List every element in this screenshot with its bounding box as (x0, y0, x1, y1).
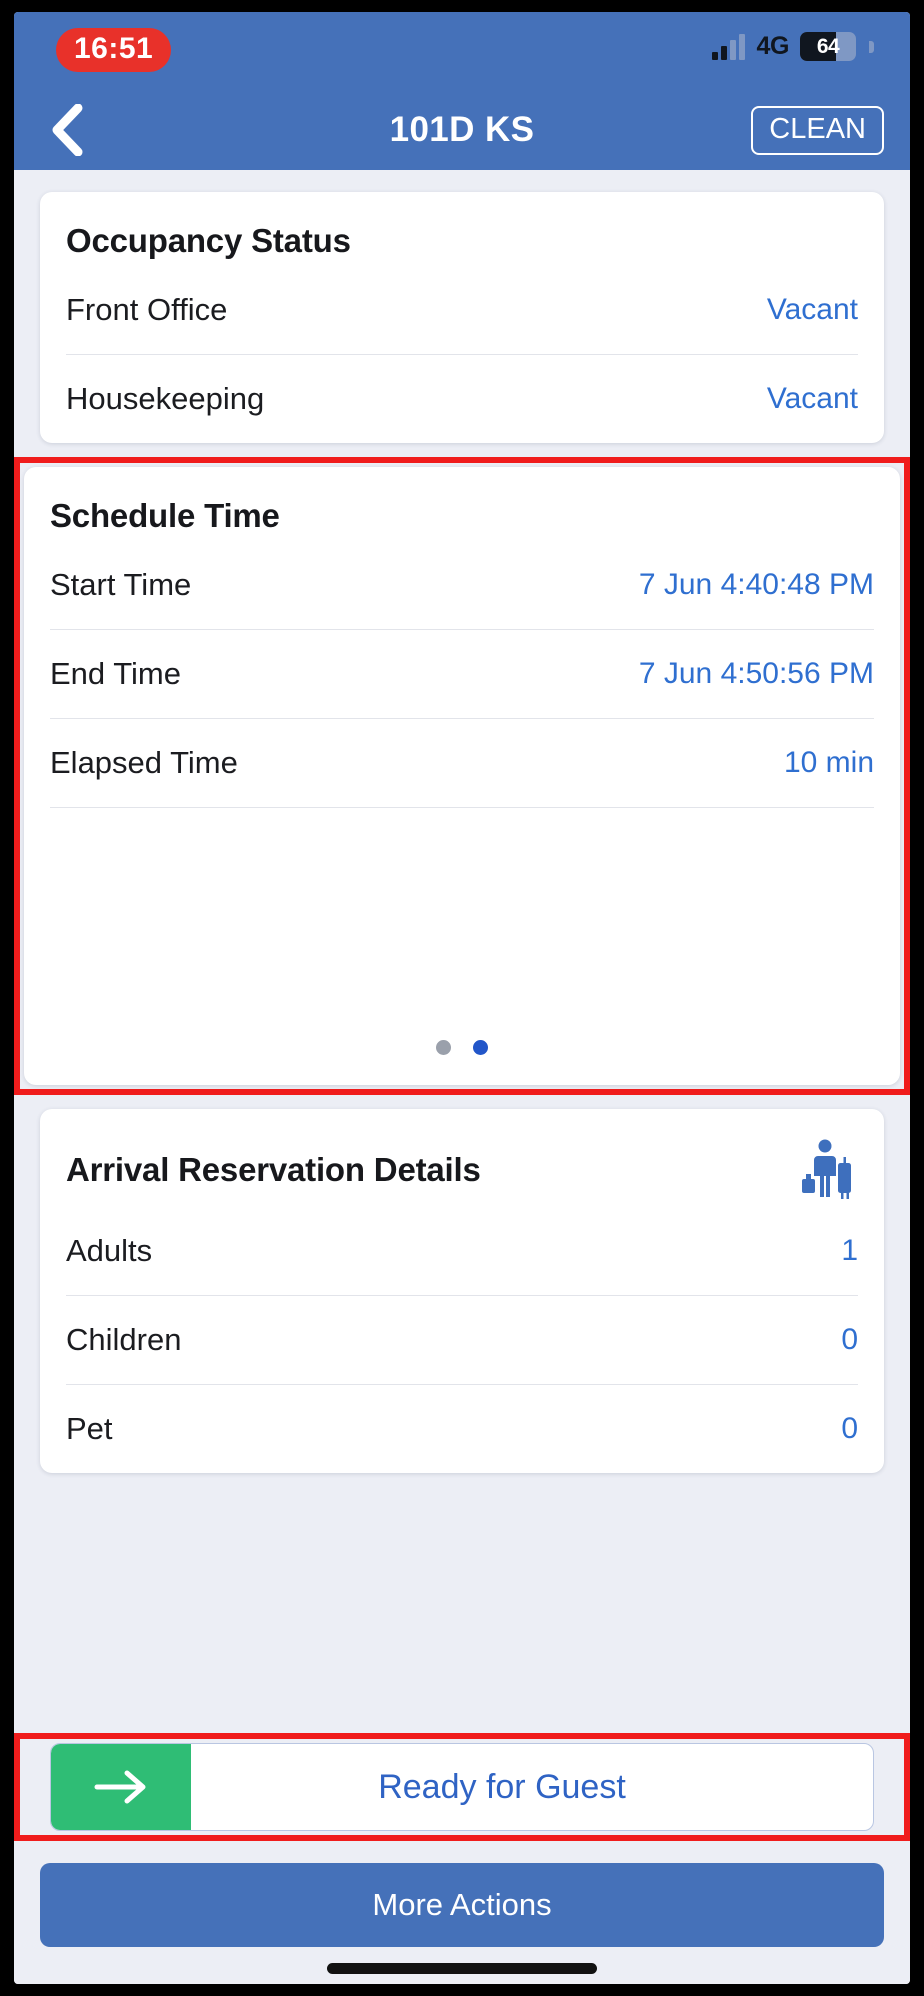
more-actions-button[interactable]: More Actions (40, 1863, 884, 1947)
row-value: 7 Jun 4:40:48 PM (638, 568, 874, 601)
status-bar-clock: 16:51 (56, 28, 172, 73)
table-row: Children 0 (66, 1296, 858, 1385)
schedule-time-title: Schedule Time (50, 497, 280, 534)
arrow-right-icon (51, 1744, 191, 1830)
battery-percent-label: 64 (816, 35, 840, 58)
row-label: Pet (66, 1411, 113, 1446)
signal-bars-icon (712, 33, 746, 60)
network-type-label: 4G (756, 32, 789, 60)
traveler-luggage-icon (802, 1139, 851, 1199)
row-label: Housekeeping (66, 381, 265, 416)
content-scroll-area[interactable]: Occupancy Status Front Office Vacant Hou… (14, 170, 910, 1719)
ready-for-guest-button[interactable]: Ready for Guest (50, 1743, 874, 1831)
table-row: Front Office Vacant (66, 266, 858, 355)
battery-icon: 64 (800, 32, 856, 61)
row-value: 0 (841, 1323, 858, 1356)
back-button[interactable] (40, 103, 94, 157)
row-value: 1 (841, 1234, 858, 1267)
arrival-reservation-title: Arrival Reservation Details (66, 1151, 481, 1188)
row-label: Front Office (66, 292, 228, 327)
row-label: Children (66, 1322, 182, 1357)
room-status-badge[interactable]: CLEAN (751, 105, 884, 155)
phone-device-frame: 16:51 4G 64 101D KS CLEAN Occupancy Stat… (0, 0, 924, 1996)
occupancy-status-card: Occupancy Status Front Office Vacant Hou… (40, 192, 884, 443)
row-label: Adults (66, 1233, 153, 1268)
battery-tip-icon (869, 40, 874, 53)
row-label: Elapsed Time (50, 745, 238, 780)
row-value: 10 min (783, 746, 874, 779)
status-bar: 16:51 4G 64 (14, 12, 910, 90)
table-row: Adults 1 (66, 1207, 858, 1296)
table-row: End Time 7 Jun 4:50:56 PM (50, 630, 874, 719)
phone-screen: 16:51 4G 64 101D KS CLEAN Occupancy Stat… (14, 12, 910, 1984)
carousel-dot-active[interactable] (473, 1040, 488, 1055)
schedule-time-highlight: Schedule Time Start Time 7 Jun 4:40:48 P… (14, 457, 910, 1095)
table-row: Elapsed Time 10 min (50, 719, 874, 808)
row-label: Start Time (50, 567, 192, 602)
navigation-bar: 101D KS CLEAN (14, 90, 910, 170)
table-row: Pet 0 (66, 1385, 858, 1473)
chevron-left-icon (52, 104, 83, 156)
occupancy-status-title: Occupancy Status (66, 222, 351, 259)
carousel-dot[interactable] (436, 1040, 451, 1055)
table-row: Start Time 7 Jun 4:40:48 PM (50, 541, 874, 630)
table-row: Housekeeping Vacant (66, 355, 858, 443)
home-indicator (327, 1963, 597, 1974)
ready-for-guest-highlight: Ready for Guest (14, 1733, 910, 1841)
row-value: Vacant (766, 382, 858, 415)
arrival-card-header: Arrival Reservation Details (66, 1109, 858, 1207)
arrival-reservation-card: Arrival Reservation Details Adults 1 Chi… (40, 1109, 884, 1473)
carousel-pagination[interactable] (50, 808, 874, 1085)
ready-for-guest-label: Ready for Guest (378, 1767, 626, 1806)
row-label: End Time (50, 656, 181, 691)
row-value: 0 (841, 1412, 858, 1445)
row-value: 7 Jun 4:50:56 PM (638, 657, 874, 690)
footer-actions: Ready for Guest More Actions (14, 1719, 910, 1984)
schedule-time-card: Schedule Time Start Time 7 Jun 4:40:48 P… (24, 467, 900, 1085)
status-bar-indicators: 4G 64 (712, 32, 874, 61)
row-value: Vacant (766, 293, 858, 326)
